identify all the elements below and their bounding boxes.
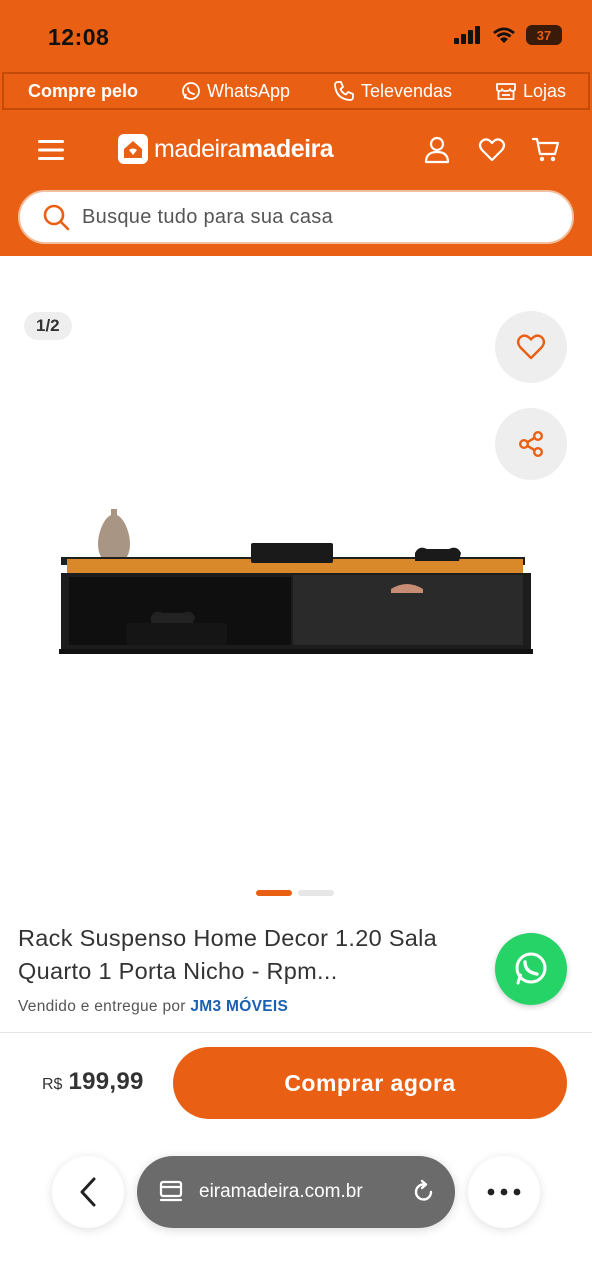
pagination-dot-active[interactable]	[256, 890, 292, 896]
browser-url-text: eiramadeira.com.br	[199, 1181, 363, 1202]
status-bar: 12:08 37	[0, 0, 592, 70]
search-input[interactable]: Busque tudo para sua casa	[18, 190, 574, 244]
browser-back-button[interactable]	[52, 1156, 124, 1228]
store-icon	[496, 83, 516, 100]
promo-whatsapp-label: WhatsApp	[206, 80, 290, 101]
promo-televendas-link[interactable]: Televendas	[333, 80, 452, 102]
product-title: Rack Suspenso Home Decor 1.20 Sala Quart…	[18, 925, 438, 984]
price-value: 199,99	[68, 1068, 144, 1095]
browser-more-button[interactable]	[468, 1156, 540, 1228]
promo-lojas-label: Lojas	[522, 80, 566, 101]
heart-icon[interactable]	[478, 136, 506, 164]
divider	[0, 1032, 592, 1033]
product-gallery[interactable]: 1/2	[0, 290, 592, 910]
whatsapp-icon	[182, 82, 200, 100]
price-currency: R$	[42, 1076, 63, 1093]
site-header: madeiramadeira Busque tudo para sua casa	[0, 112, 592, 256]
price: R$ 199,99	[42, 1068, 144, 1096]
site-logo[interactable]: madeiramadeira	[118, 134, 334, 164]
tabs-icon	[159, 1180, 183, 1202]
whatsapp-icon	[515, 952, 547, 985]
promo-bar: Compre pelo WhatsApp Televendas Lojas	[0, 70, 592, 112]
signal-icon	[454, 26, 480, 44]
heart-outline-icon	[516, 334, 546, 360]
chevron-left-icon	[80, 1177, 96, 1207]
user-icon[interactable]	[423, 136, 451, 164]
promo-label: Compre pelo	[28, 80, 139, 101]
phone-icon	[334, 81, 354, 101]
menu-icon[interactable]	[38, 138, 66, 162]
more-icon	[487, 1188, 521, 1196]
promo-lojas-link[interactable]: Lojas	[495, 80, 566, 102]
logo-house-icon	[118, 134, 148, 164]
cart-icon[interactable]	[532, 136, 560, 164]
buy-now-button[interactable]: Comprar agora	[173, 1047, 567, 1119]
logo-text-light: madeira	[154, 134, 241, 163]
gallery-pagination	[256, 890, 334, 896]
wifi-icon	[493, 27, 515, 43]
share-button[interactable]	[495, 408, 567, 480]
share-icon	[519, 431, 544, 458]
seller-link[interactable]: JM3 MÓVEIS	[190, 998, 288, 1015]
reload-icon[interactable]	[411, 1179, 437, 1205]
product-image[interactable]	[55, 505, 535, 655]
search-placeholder: Busque tudo para sua casa	[82, 205, 334, 228]
seller-prefix: Vendido e entregue por	[18, 998, 186, 1015]
status-time: 12:08	[48, 24, 110, 50]
status-icons: 37	[454, 25, 562, 45]
search-icon	[43, 204, 70, 231]
promo-televendas-label: Televendas	[360, 80, 453, 101]
browser-url-bar[interactable]: eiramadeira.com.br	[137, 1156, 455, 1228]
whatsapp-fab-button[interactable]	[495, 933, 567, 1005]
promo-whatsapp-link[interactable]: WhatsApp	[181, 81, 290, 102]
image-counter: 1/2	[24, 312, 72, 340]
battery-icon: 37	[526, 25, 562, 45]
seller-info: Vendido e entregue por JM3 MÓVEIS	[18, 998, 288, 1016]
favorite-button[interactable]	[495, 311, 567, 383]
pagination-dot[interactable]	[298, 890, 334, 896]
logo-text-bold: madeira	[240, 134, 334, 163]
